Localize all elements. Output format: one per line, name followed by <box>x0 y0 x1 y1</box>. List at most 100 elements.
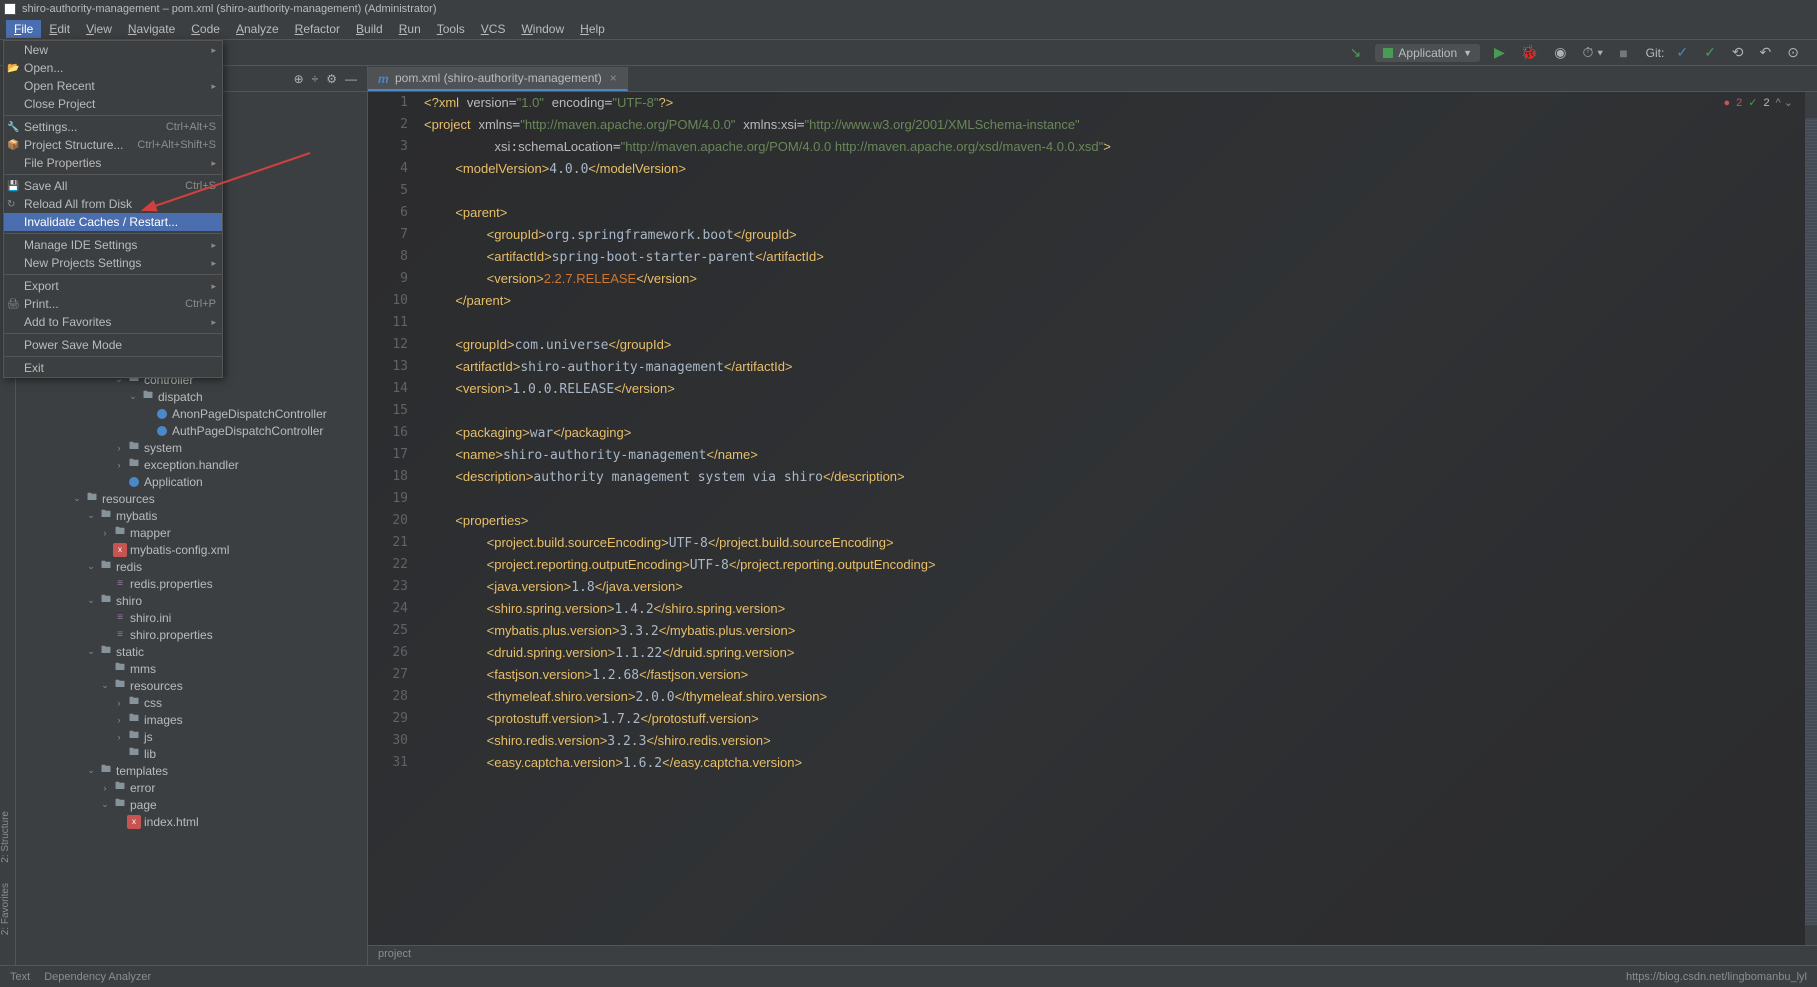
hide-icon[interactable]: — <box>345 72 357 86</box>
line-number[interactable]: 20 <box>368 510 424 532</box>
menu-item-file-properties[interactable]: File Properties▸ <box>4 154 222 172</box>
tree-node-application[interactable]: Application <box>16 473 367 490</box>
tree-node-shiro[interactable]: ⌄🖿shiro <box>16 592 367 609</box>
editor-breadcrumb[interactable]: project <box>368 945 1817 965</box>
line-number[interactable]: 6 <box>368 202 424 224</box>
menu-item-settings[interactable]: 🔧Settings...Ctrl+Alt+S <box>4 118 222 136</box>
tree-chevron-icon[interactable]: › <box>114 443 124 453</box>
menu-item-manage-ide-settings[interactable]: Manage IDE Settings▸ <box>4 236 222 254</box>
menu-item-open[interactable]: 📂Open... <box>4 59 222 77</box>
sb-tab-text[interactable]: Text <box>10 971 30 983</box>
code-line[interactable]: <thymeleaf.shiro.version>2.0.0</thymelea… <box>424 686 1817 708</box>
line-number[interactable]: 28 <box>368 686 424 708</box>
tree-node-mybatis[interactable]: ⌄🖿mybatis <box>16 507 367 524</box>
line-number[interactable]: 18 <box>368 466 424 488</box>
line-number[interactable]: 23 <box>368 576 424 598</box>
tree-chevron-icon[interactable]: ⌄ <box>86 510 96 521</box>
code-line[interactable]: <project.reporting.outputEncoding>UTF-8<… <box>424 554 1817 576</box>
tree-node-system[interactable]: ›🖿system <box>16 439 367 456</box>
menu-item-print[interactable]: 🖨Print...Ctrl+P <box>4 295 222 313</box>
code-text[interactable]: <?xml version="1.0" encoding="UTF-8"?><p… <box>424 92 1817 945</box>
tree-node-lib[interactable]: 🖿lib <box>16 745 367 762</box>
vcs-revert-icon[interactable]: ↶ <box>1754 42 1778 63</box>
line-number[interactable]: 7 <box>368 224 424 246</box>
code-line[interactable]: xsi:schemaLocation="http://maven.apache.… <box>424 136 1817 158</box>
tree-chevron-icon[interactable]: › <box>114 460 124 470</box>
code-line[interactable]: <project xmlns="http://maven.apache.org/… <box>424 114 1817 136</box>
code-line[interactable] <box>424 312 1817 334</box>
tree-node-resources[interactable]: ⌄🖿resources <box>16 490 367 507</box>
line-number[interactable]: 4 <box>368 158 424 180</box>
tree-chevron-icon[interactable]: ⌄ <box>86 646 96 657</box>
vcs-update-icon[interactable]: ✓ <box>1670 42 1694 63</box>
code-line[interactable]: <version>1.0.0.RELEASE</version> <box>424 378 1817 400</box>
line-number[interactable]: 9 <box>368 268 424 290</box>
code-line[interactable]: <shiro.redis.version>3.2.3</shiro.redis.… <box>424 730 1817 752</box>
sb-tab-dependency[interactable]: Dependency Analyzer <box>44 971 151 983</box>
menu-item-project-structure[interactable]: 📦Project Structure...Ctrl+Alt+Shift+S <box>4 136 222 154</box>
code-line[interactable]: <java.version>1.8</java.version> <box>424 576 1817 598</box>
build-icon[interactable]: ↘ <box>1344 42 1368 63</box>
menu-item-add-to-favorites[interactable]: Add to Favorites▸ <box>4 313 222 331</box>
line-number[interactable]: 13 <box>368 356 424 378</box>
menu-item-open-recent[interactable]: Open Recent▸ <box>4 77 222 95</box>
tree-node-dispatch[interactable]: ⌄🖿dispatch <box>16 388 367 405</box>
code-line[interactable]: <properties> <box>424 510 1817 532</box>
tree-chevron-icon[interactable]: ⌄ <box>86 765 96 776</box>
tree-node-shiro-properties[interactable]: ≡shiro.properties <box>16 626 367 643</box>
line-number[interactable]: 24 <box>368 598 424 620</box>
line-number[interactable]: 5 <box>368 180 424 202</box>
gear-icon[interactable]: ⚙ <box>326 72 337 86</box>
code-line[interactable]: <?xml version="1.0" encoding="UTF-8"?> <box>424 92 1817 114</box>
line-number[interactable]: 29 <box>368 708 424 730</box>
tree-chevron-icon[interactable]: › <box>100 783 110 793</box>
menu-file[interactable]: File <box>6 20 41 38</box>
tree-node-error[interactable]: ›🖿error <box>16 779 367 796</box>
debug-icon[interactable]: 🐞 <box>1515 42 1544 63</box>
tree-chevron-icon[interactable]: ⌄ <box>72 493 82 504</box>
tree-chevron-icon[interactable]: ⌄ <box>86 561 96 572</box>
code-line[interactable]: <fastjson.version>1.2.68</fastjson.versi… <box>424 664 1817 686</box>
line-number[interactable]: 12 <box>368 334 424 356</box>
menu-run[interactable]: Run <box>391 20 429 38</box>
tree-chevron-icon[interactable]: › <box>114 732 124 742</box>
code-line[interactable]: </parent> <box>424 290 1817 312</box>
menu-vcs[interactable]: VCS <box>473 20 514 38</box>
line-number[interactable]: 14 <box>368 378 424 400</box>
tree-node-exception-handler[interactable]: ›🖿exception.handler <box>16 456 367 473</box>
menu-help[interactable]: Help <box>572 20 613 38</box>
code-line[interactable]: <artifactId>shiro-authority-management</… <box>424 356 1817 378</box>
line-number[interactable]: 11 <box>368 312 424 334</box>
line-number[interactable]: 27 <box>368 664 424 686</box>
tree-chevron-icon[interactable]: ⌄ <box>86 595 96 606</box>
tree-node-css[interactable]: ›🖿css <box>16 694 367 711</box>
profile-icon[interactable]: ⏱ ▾ <box>1576 42 1609 63</box>
tree-node-mms[interactable]: 🖿mms <box>16 660 367 677</box>
tree-node-authpagedispatchcontroller[interactable]: AuthPageDispatchController <box>16 422 367 439</box>
tree-node-images[interactable]: ›🖿images <box>16 711 367 728</box>
menu-item-new-projects-settings[interactable]: New Projects Settings▸ <box>4 254 222 272</box>
menu-item-new[interactable]: New▸ <box>4 41 222 59</box>
tree-node-resources[interactable]: ⌄🖿resources <box>16 677 367 694</box>
line-number[interactable]: 2 <box>368 114 424 136</box>
line-number[interactable]: 31 <box>368 752 424 774</box>
code-line[interactable]: <shiro.spring.version>1.4.2</shiro.sprin… <box>424 598 1817 620</box>
line-number[interactable]: 3 <box>368 136 424 158</box>
code-line[interactable]: <parent> <box>424 202 1817 224</box>
line-number[interactable]: 16 <box>368 422 424 444</box>
menu-item-close-project[interactable]: Close Project <box>4 95 222 113</box>
tree-node-templates[interactable]: ⌄🖿templates <box>16 762 367 779</box>
menu-tools[interactable]: Tools <box>429 20 473 38</box>
tree-node-mybatis-config-xml[interactable]: xmybatis-config.xml <box>16 541 367 558</box>
favorites-tool-button[interactable]: 2: Favorites <box>0 883 15 935</box>
tree-node-index-html[interactable]: xindex.html <box>16 813 367 830</box>
menu-item-export[interactable]: Export▸ <box>4 277 222 295</box>
stop-icon[interactable]: ■ <box>1613 43 1633 63</box>
vcs-commit-icon[interactable]: ✓ <box>1698 42 1722 63</box>
line-number[interactable]: 22 <box>368 554 424 576</box>
menu-view[interactable]: View <box>78 20 120 38</box>
tree-node-redis[interactable]: ⌄🖿redis <box>16 558 367 575</box>
code-line[interactable]: <druid.spring.version>1.1.22</druid.spri… <box>424 642 1817 664</box>
code-line[interactable]: <artifactId>spring-boot-starter-parent</… <box>424 246 1817 268</box>
tree-node-anonpagedispatchcontroller[interactable]: AnonPageDispatchController <box>16 405 367 422</box>
